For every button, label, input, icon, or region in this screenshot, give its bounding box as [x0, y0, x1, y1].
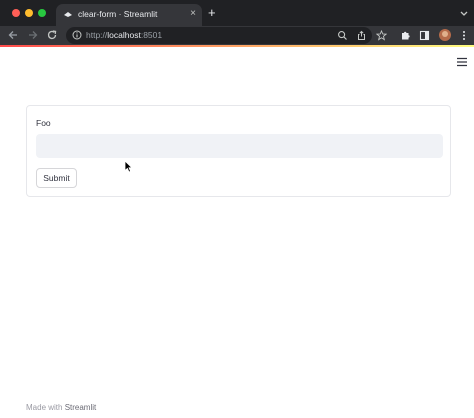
- reload-icon[interactable]: [46, 29, 58, 41]
- foo-text-input[interactable]: [36, 134, 443, 158]
- zoom-window-button[interactable]: [38, 9, 46, 17]
- minimize-window-button[interactable]: [25, 9, 33, 17]
- url-port: :8501: [140, 30, 163, 40]
- browser-tab-active[interactable]: clear-form · Streamlit ×: [56, 4, 202, 26]
- avatar[interactable]: [439, 29, 451, 41]
- streamlit-link[interactable]: Streamlit: [65, 403, 97, 412]
- url-scheme: http://: [86, 30, 108, 40]
- forward-arrow-icon[interactable]: [27, 29, 39, 41]
- hamburger-icon[interactable]: [456, 57, 468, 67]
- puzzle-icon[interactable]: [400, 30, 411, 41]
- mouse-pointer-icon: [124, 160, 133, 173]
- close-window-button[interactable]: [12, 9, 20, 17]
- info-icon[interactable]: [72, 30, 82, 40]
- kebab-menu-icon[interactable]: [459, 30, 469, 41]
- submit-button[interactable]: Submit: [36, 168, 77, 188]
- tab-close-icon[interactable]: ×: [190, 8, 196, 20]
- url-text[interactable]: http://localhost:8501: [86, 30, 162, 40]
- share-icon[interactable]: [356, 30, 367, 41]
- zoom-icon[interactable]: [337, 30, 348, 41]
- streamlit-favicon-icon: [64, 12, 72, 17]
- address-bar[interactable]: http://localhost:8501: [66, 27, 372, 44]
- browser-toolbar: http://localhost:8501: [0, 26, 474, 45]
- form-container: Foo Submit: [26, 105, 451, 197]
- tab-search-chevron-icon[interactable]: [459, 8, 469, 18]
- star-icon[interactable]: [376, 30, 387, 41]
- footer: Made with Streamlit: [26, 403, 96, 412]
- foo-label: Foo: [36, 118, 51, 128]
- url-host: localhost: [107, 30, 141, 40]
- tab-title: clear-form · Streamlit: [78, 9, 158, 19]
- new-tab-button[interactable]: +: [208, 6, 216, 20]
- sidebar-icon[interactable]: [419, 30, 430, 41]
- back-arrow-icon[interactable]: [7, 29, 19, 41]
- decoration-bar: [0, 45, 474, 47]
- browser-tabstrip: clear-form · Streamlit × +: [0, 0, 474, 26]
- footer-made-with: Made with: [26, 403, 65, 412]
